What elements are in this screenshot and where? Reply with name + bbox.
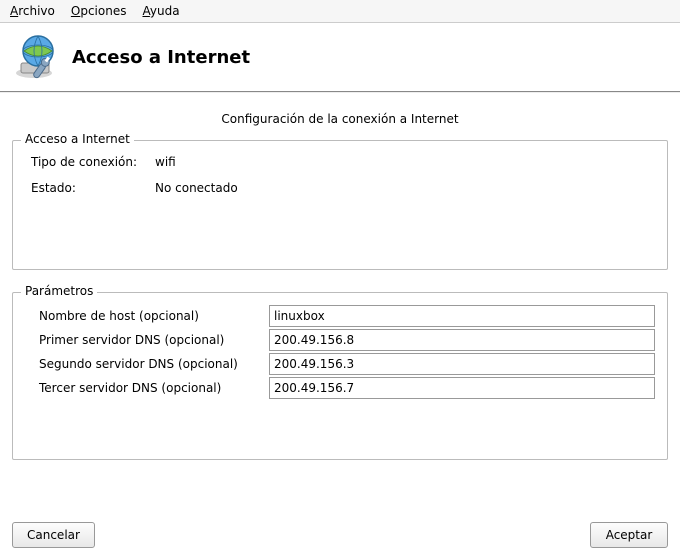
cancel-button[interactable]: Cancelar	[12, 522, 95, 548]
access-legend: Acceso a Internet	[21, 132, 134, 146]
dns3-row: Tercer servidor DNS (opcional)	[25, 377, 655, 399]
button-bar: Cancelar Aceptar	[12, 522, 668, 548]
menu-file[interactable]: Archivo	[10, 4, 55, 18]
connection-type-value: wifi	[155, 155, 176, 169]
content: Configuración de la conexión a Internet …	[0, 92, 680, 460]
page-title: Acceso a Internet	[72, 47, 250, 68]
status-row: Estado: No conectado	[31, 181, 655, 195]
dns2-row: Segundo servidor DNS (opcional)	[25, 353, 655, 375]
dns2-label: Segundo servidor DNS (opcional)	[39, 357, 269, 371]
access-fieldset: Acceso a Internet Tipo de conexión: wifi…	[12, 140, 668, 270]
connection-type-row: Tipo de conexión: wifi	[31, 155, 655, 169]
params-legend: Parámetros	[21, 284, 97, 298]
params-fieldset: Parámetros Nombre de host (opcional) Pri…	[12, 292, 668, 460]
hostname-label: Nombre de host (opcional)	[39, 309, 269, 323]
header: Acceso a Internet	[0, 23, 680, 92]
accept-button[interactable]: Aceptar	[590, 522, 668, 548]
hostname-row: Nombre de host (opcional)	[25, 305, 655, 327]
dns2-input[interactable]	[269, 353, 655, 375]
connection-type-label: Tipo de conexión:	[31, 155, 155, 169]
dns1-input[interactable]	[269, 329, 655, 351]
dns1-label: Primer servidor DNS (opcional)	[39, 333, 269, 347]
menu-help[interactable]: Ayuda	[142, 4, 179, 18]
dns3-label: Tercer servidor DNS (opcional)	[39, 381, 269, 395]
hostname-input[interactable]	[269, 305, 655, 327]
globe-wrench-icon	[14, 33, 62, 81]
status-label: Estado:	[31, 181, 155, 195]
menu-options[interactable]: Opciones	[71, 4, 127, 18]
status-value: No conectado	[155, 181, 238, 195]
dns3-input[interactable]	[269, 377, 655, 399]
menubar: Archivo Opciones Ayuda	[0, 0, 680, 23]
dns1-row: Primer servidor DNS (opcional)	[25, 329, 655, 351]
